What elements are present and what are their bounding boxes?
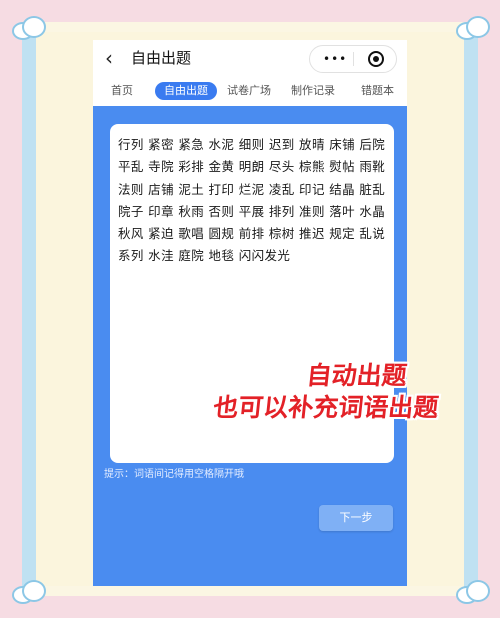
promo-overlay-text: 自动出题 也可以补充词语出题 (212, 360, 444, 424)
frame-top-border (22, 22, 478, 32)
cloud-decoration-bottom-right (452, 578, 492, 604)
top-navigation-bar: ‹ 自由出题 ••• (93, 40, 407, 76)
tab-wrong-questions[interactable]: 错题本 (361, 83, 394, 99)
tab-records[interactable]: 制作记录 (291, 83, 335, 99)
frame-left-border (22, 26, 36, 592)
next-step-button[interactable]: 下一步 (319, 505, 393, 531)
frame-right-border (464, 26, 478, 592)
hint-text: 提示：词语间记得用空格隔开哦 (104, 469, 244, 480)
cloud-decoration-top-left (8, 14, 48, 40)
tab-bar: 首页 自由出题 试卷广场 制作记录 错题本 (93, 76, 407, 106)
more-dots-icon[interactable]: ••• (323, 53, 347, 65)
chevron-left-icon[interactable]: ‹ (105, 48, 121, 68)
word-input-value: 行列 紧密 紧急 水泥 细则 迟到 放晴 床铺 后院 平乱 寺院 彩排 金黄 明… (118, 137, 386, 264)
tab-free-question[interactable]: 自由出题 (155, 82, 217, 100)
tab-paper-square[interactable]: 试卷广场 (227, 83, 271, 99)
mini-program-capsule: ••• (309, 45, 397, 73)
overlay-line-2: 也可以补充词语出题 (211, 393, 440, 422)
cloud-decoration-bottom-left (8, 578, 48, 604)
frame-bottom-border (22, 586, 478, 596)
overlay-line-1: 自动出题 (305, 361, 409, 390)
phone-screen: ‹ 自由出题 ••• 首页 自由出题 试卷广场 制作记录 错题本 行列 紧密 紧… (93, 40, 407, 586)
cloud-decoration-top-right (452, 14, 492, 40)
target-circle-icon[interactable] (368, 51, 384, 67)
capsule-divider (353, 52, 354, 66)
page-title: 自由出题 (131, 49, 192, 67)
tab-home[interactable]: 首页 (111, 83, 133, 99)
